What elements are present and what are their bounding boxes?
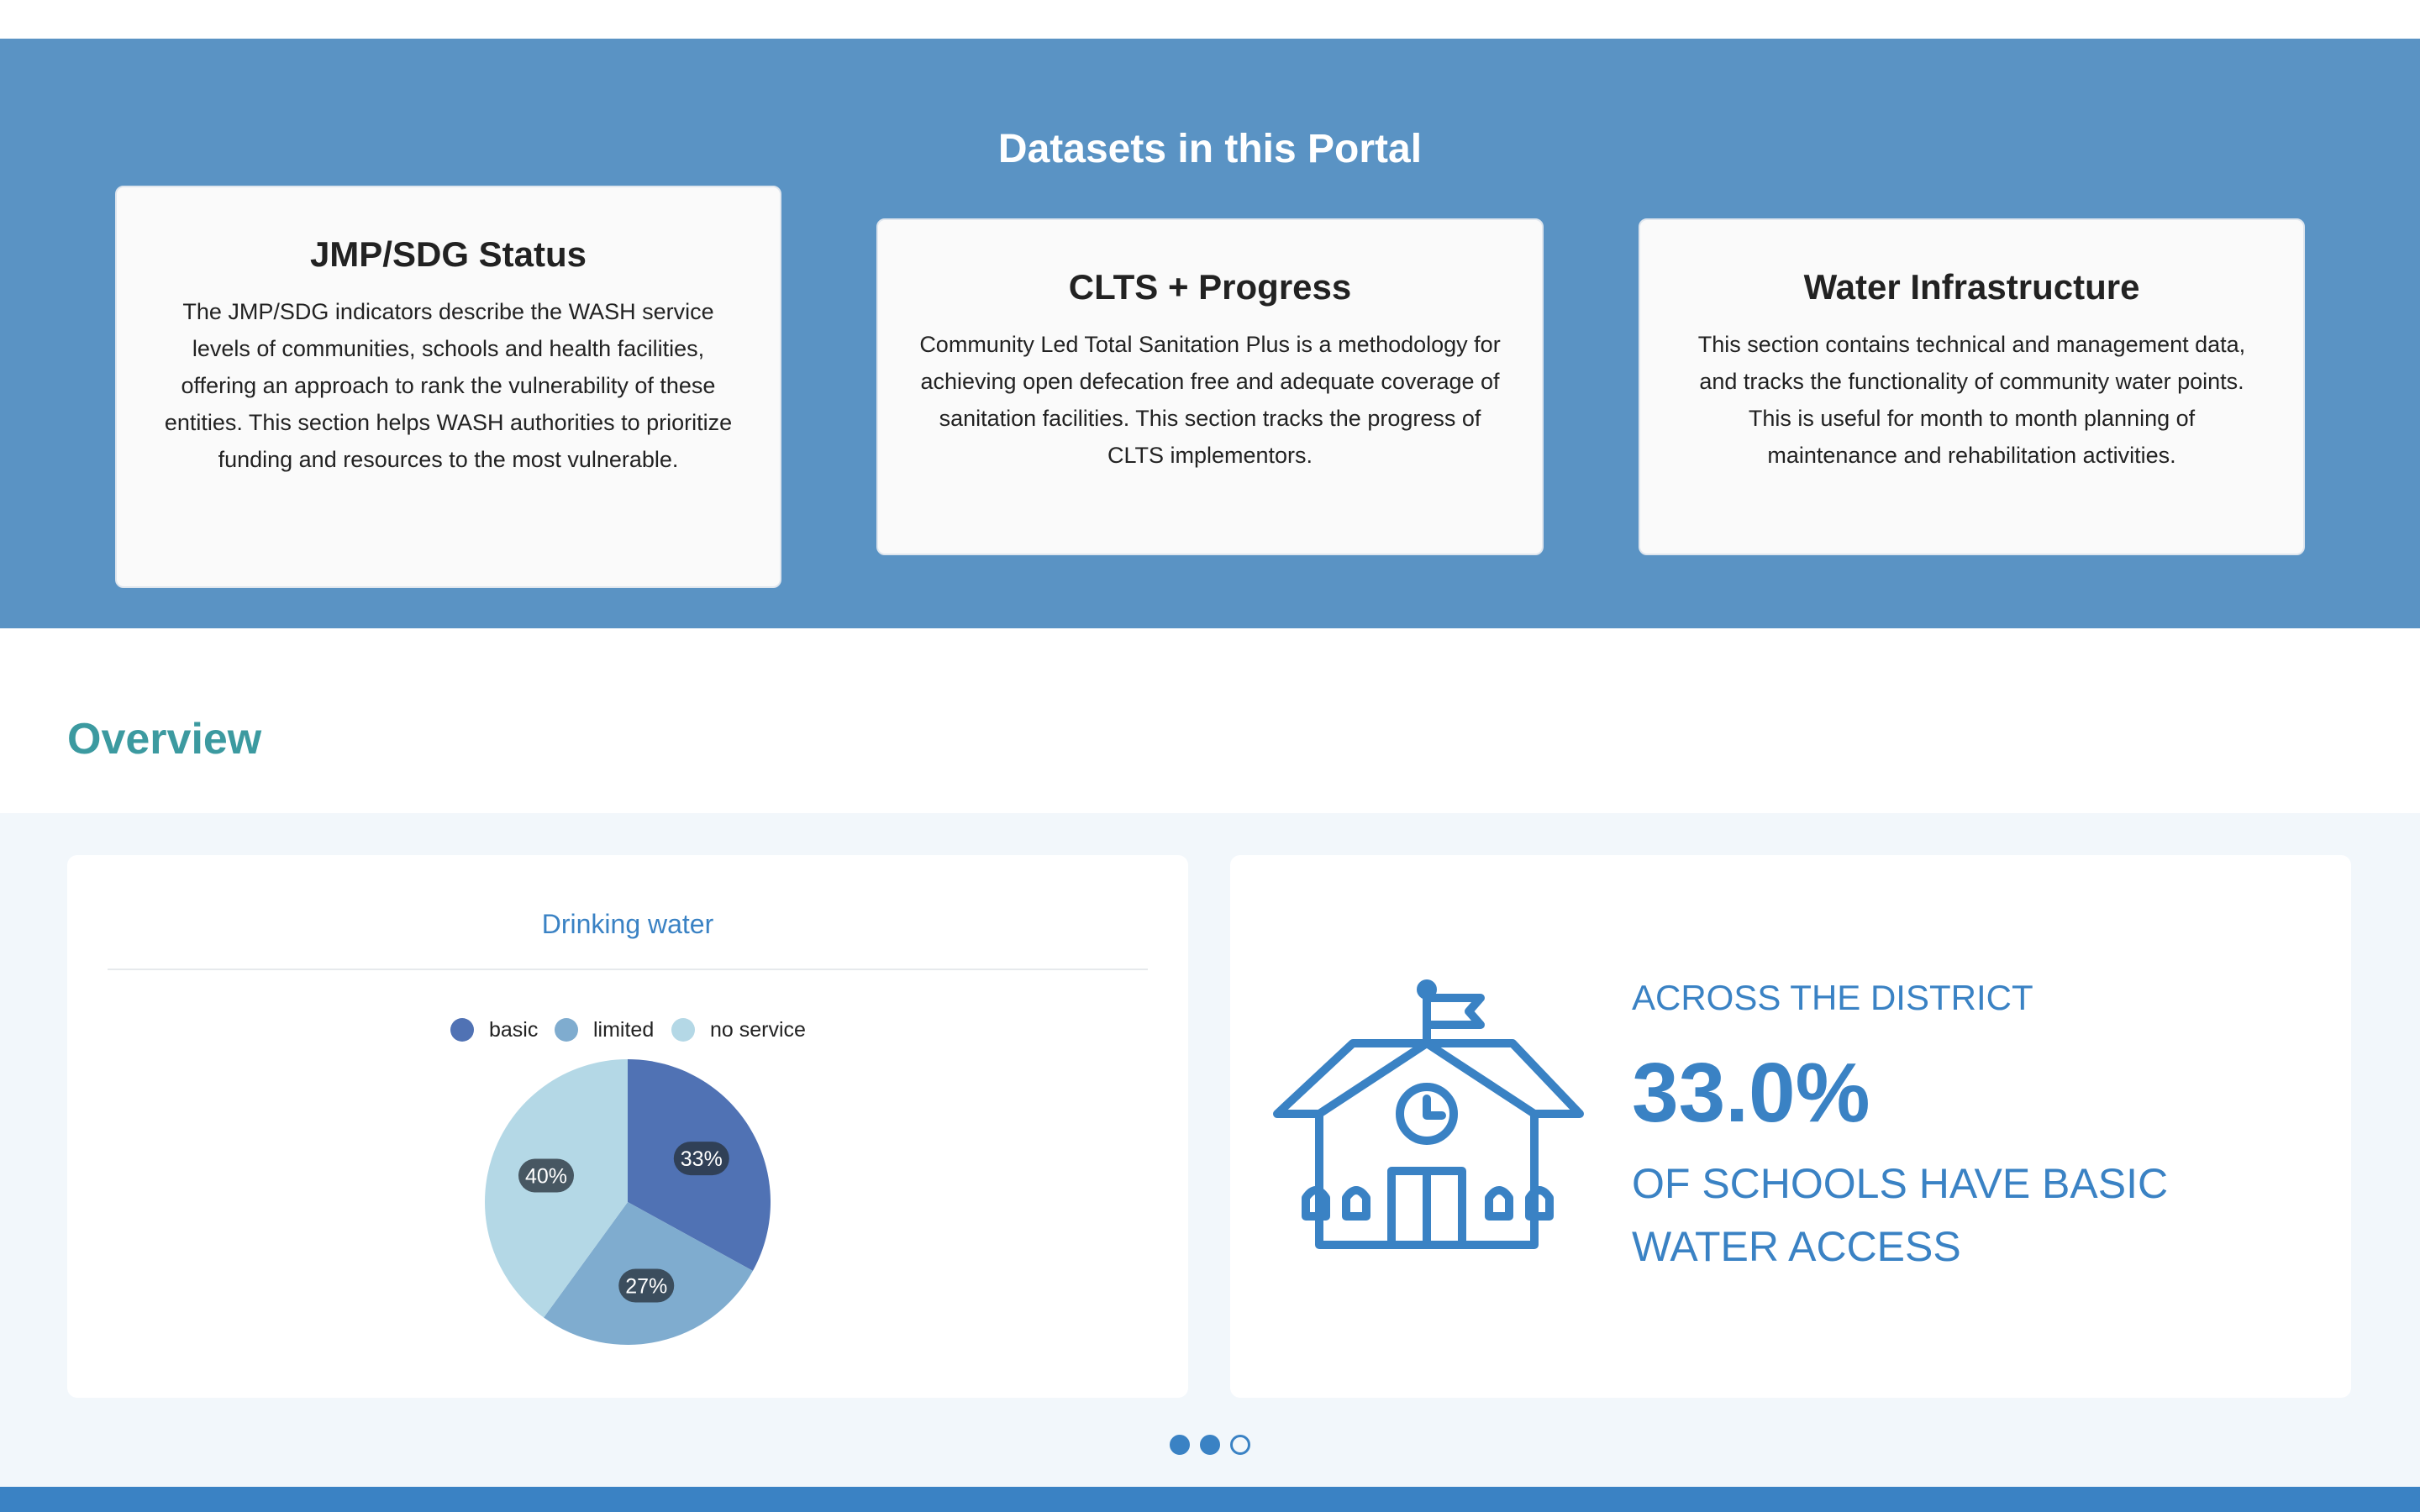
- stat-value: 33.0%: [1632, 1046, 1870, 1140]
- svg-text:33%: 33%: [681, 1147, 723, 1171]
- drinking-water-pie-chart: 33% 27% 40%: [485, 1059, 771, 1345]
- datasets-banner: Datasets in this Portal JMP/SDG Status T…: [0, 39, 2420, 628]
- stat-caption-lower: OF SCHOOLS HAVE BASIC WATER ACCESS: [1632, 1160, 2169, 1270]
- drinking-water-chart-panel: Drinking water basic limited no service …: [67, 855, 1188, 1398]
- carousel-indicators: [1166, 1435, 1254, 1458]
- school-icon: [1273, 979, 1584, 1249]
- pie-data-label: 33%: [673, 1142, 729, 1176]
- dataset-card-water-infrastructure[interactable]: Water Infrastructure This section contai…: [1639, 218, 2305, 555]
- card-title: Water Infrastructure: [1803, 267, 2140, 307]
- svg-text:40%: 40%: [525, 1164, 567, 1188]
- dataset-card-clts[interactable]: CLTS + Progress Community Led Total Sani…: [876, 218, 1544, 555]
- carousel-dot[interactable]: [1200, 1435, 1220, 1455]
- datasets-title: Datasets in this Portal: [997, 127, 1423, 171]
- school-stat-panel: ACROSS THE DISTRICT 33.0% OF SCHOOLS HAV…: [1230, 855, 2351, 1398]
- card-body: The JMP/SDG indicators describe the WASH…: [164, 299, 733, 472]
- dataset-card-jmp-sdg[interactable]: JMP/SDG Status The JMP/SDG indicators de…: [115, 186, 781, 588]
- card-title: CLTS + Progress: [1068, 267, 1352, 307]
- pie-data-label: 40%: [518, 1158, 574, 1193]
- pie-data-label: 27%: [618, 1268, 675, 1303]
- carousel-dot[interactable]: [1230, 1435, 1250, 1455]
- carousel-dot[interactable]: [1170, 1435, 1190, 1455]
- overview-title: Overview: [67, 715, 262, 764]
- card-title: JMP/SDG Status: [309, 234, 587, 274]
- svg-text:27%: 27%: [625, 1275, 667, 1299]
- card-body: Community Led Total Sanitation Plus is a…: [919, 332, 1501, 468]
- stat-caption-upper: ACROSS THE DISTRICT: [1632, 978, 2033, 1017]
- card-body: This section contains technical and mana…: [1697, 332, 2246, 468]
- footer-bar: [0, 1487, 2420, 1512]
